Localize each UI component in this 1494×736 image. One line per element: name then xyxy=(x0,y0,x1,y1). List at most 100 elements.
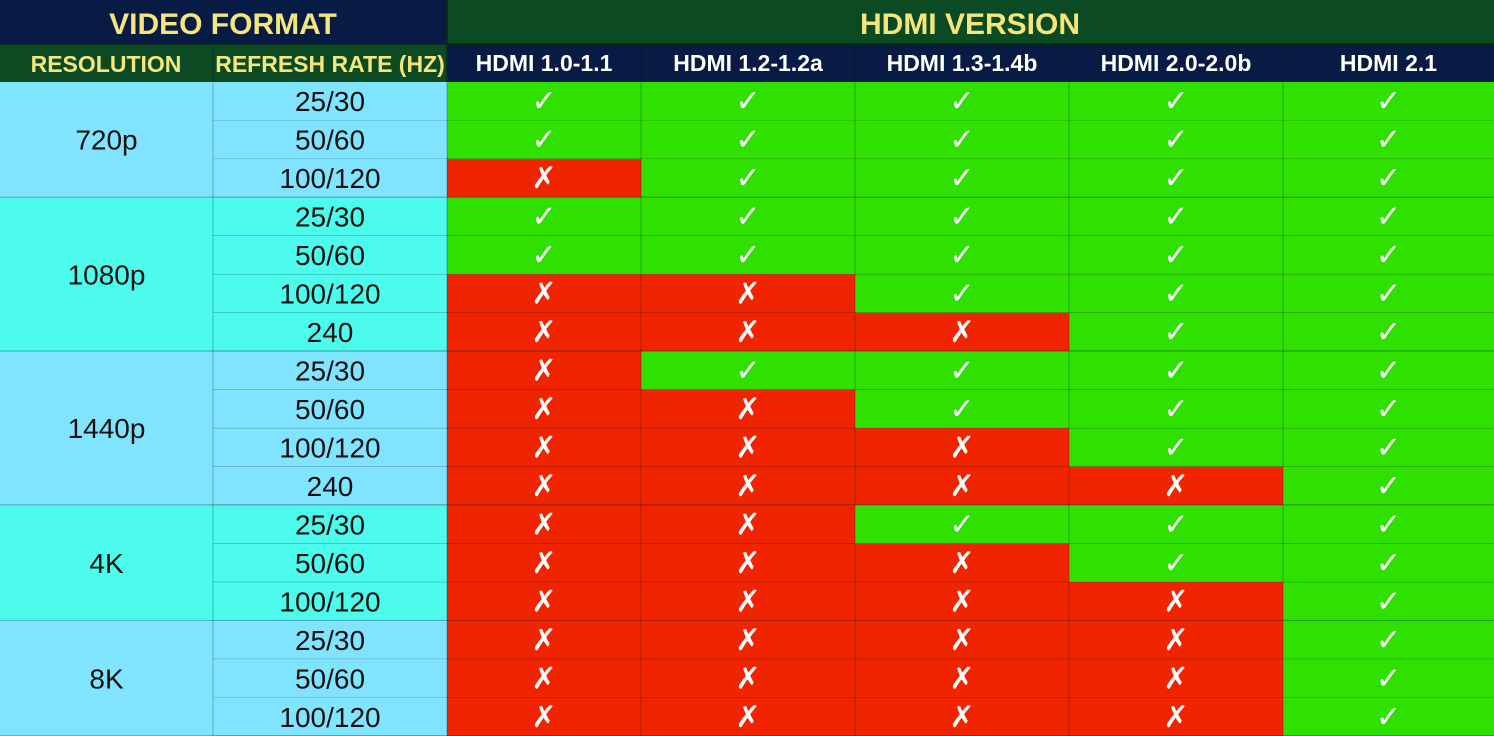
cross-icon: ✗ xyxy=(735,469,760,504)
check-icon: ✓ xyxy=(1376,546,1401,581)
check-icon: ✓ xyxy=(1376,661,1401,696)
check-icon: ✓ xyxy=(949,84,974,119)
cross-icon: ✗ xyxy=(949,584,974,619)
cross-icon: ✗ xyxy=(949,700,974,735)
refresh-rate-label: 240 xyxy=(307,471,354,502)
cross-icon: ✗ xyxy=(1163,584,1188,619)
check-icon: ✓ xyxy=(949,354,974,389)
check-icon: ✓ xyxy=(531,238,556,273)
refresh-rate-label: 25/30 xyxy=(295,202,365,233)
check-icon: ✓ xyxy=(1163,315,1188,350)
check-icon: ✓ xyxy=(1376,161,1401,196)
check-icon: ✓ xyxy=(735,354,760,389)
resolution-label: 8K xyxy=(89,663,124,694)
check-icon: ✓ xyxy=(1163,123,1188,158)
cross-icon: ✗ xyxy=(531,584,556,619)
refresh-rate-label: 50/60 xyxy=(295,548,365,579)
resolution-label: 4K xyxy=(89,548,124,579)
check-icon: ✓ xyxy=(1376,623,1401,658)
cross-icon: ✗ xyxy=(531,623,556,658)
check-icon: ✓ xyxy=(1163,277,1188,312)
cross-icon: ✗ xyxy=(735,623,760,658)
refresh-rate-label: 100/120 xyxy=(279,163,380,194)
cross-icon: ✗ xyxy=(735,392,760,427)
check-icon: ✓ xyxy=(949,238,974,273)
check-icon: ✓ xyxy=(1376,354,1401,389)
cross-icon: ✗ xyxy=(531,315,556,350)
version-header: HDMI 1.3-1.4b xyxy=(887,50,1038,76)
table-body: HDMI 1.0-1.1 HDMI 1.2-1.2a HDMI 1.3-1.4b HD… xyxy=(0,0,1494,736)
cross-icon: ✗ xyxy=(949,430,974,465)
check-icon: ✓ xyxy=(949,392,974,427)
check-icon: ✓ xyxy=(1163,84,1188,119)
version-header: HDMI 2.0-2.0b xyxy=(1101,50,1252,76)
cross-icon: ✗ xyxy=(949,661,974,696)
hdmi-compatibility-table: VIDEO FORMAT HDMI VERSION RESOLUTION REF… xyxy=(0,0,1494,736)
refresh-rate-label: 25/30 xyxy=(295,356,365,387)
cross-icon: ✗ xyxy=(1163,661,1188,696)
check-icon: ✓ xyxy=(1376,238,1401,273)
cross-icon: ✗ xyxy=(531,392,556,427)
subheader-resolution: RESOLUTION xyxy=(31,51,182,77)
cross-icon: ✗ xyxy=(735,700,760,735)
refresh-rate-label: 50/60 xyxy=(295,663,365,694)
check-icon: ✓ xyxy=(949,507,974,542)
check-icon: ✓ xyxy=(1376,200,1401,235)
check-icon: ✓ xyxy=(949,123,974,158)
cross-icon: ✗ xyxy=(735,507,760,542)
refresh-rate-label: 240 xyxy=(307,317,354,348)
check-icon: ✓ xyxy=(949,161,974,196)
check-icon: ✓ xyxy=(1163,354,1188,389)
resolution-label: 1440p xyxy=(68,413,146,444)
refresh-rate-label: 50/60 xyxy=(295,125,365,156)
cross-icon: ✗ xyxy=(735,661,760,696)
check-icon: ✓ xyxy=(735,161,760,196)
resolution-label: 720p xyxy=(75,125,137,156)
refresh-rate-label: 100/120 xyxy=(279,702,380,733)
cross-icon: ✗ xyxy=(735,277,760,312)
refresh-rate-label: 25/30 xyxy=(295,509,365,540)
cross-icon: ✗ xyxy=(735,430,760,465)
resolution-label: 1080p xyxy=(68,259,146,290)
check-icon: ✓ xyxy=(735,200,760,235)
check-icon: ✓ xyxy=(1376,392,1401,427)
cross-icon: ✗ xyxy=(949,546,974,581)
check-icon: ✓ xyxy=(1376,430,1401,465)
cross-icon: ✗ xyxy=(949,469,974,504)
cross-icon: ✗ xyxy=(1163,700,1188,735)
cross-icon: ✗ xyxy=(735,315,760,350)
refresh-rate-label: 25/30 xyxy=(295,625,365,656)
check-icon: ✓ xyxy=(1163,430,1188,465)
refresh-rate-label: 25/30 xyxy=(295,86,365,117)
check-icon: ✓ xyxy=(531,84,556,119)
version-header: HDMI 1.0-1.1 xyxy=(476,50,613,76)
header-hdmi-version: HDMI VERSION xyxy=(860,8,1080,41)
cross-icon: ✗ xyxy=(531,546,556,581)
check-icon: ✓ xyxy=(1376,277,1401,312)
cross-icon: ✗ xyxy=(949,623,974,658)
refresh-rate-label: 100/120 xyxy=(279,279,380,310)
version-header: HDMI 2.1 xyxy=(1340,50,1437,76)
check-icon: ✓ xyxy=(1376,84,1401,119)
cross-icon: ✗ xyxy=(531,277,556,312)
subheader-refresh-rate: REFRESH RATE (HZ) xyxy=(215,51,445,77)
cross-icon: ✗ xyxy=(531,430,556,465)
version-header: HDMI 1.2-1.2a xyxy=(673,50,823,76)
refresh-rate-label: 100/120 xyxy=(279,586,380,617)
cross-icon: ✗ xyxy=(531,507,556,542)
check-icon: ✓ xyxy=(531,200,556,235)
cross-icon: ✗ xyxy=(531,661,556,696)
check-icon: ✓ xyxy=(1376,507,1401,542)
check-icon: ✓ xyxy=(735,123,760,158)
cross-icon: ✗ xyxy=(531,354,556,389)
check-icon: ✓ xyxy=(949,277,974,312)
check-icon: ✓ xyxy=(735,84,760,119)
check-icon: ✓ xyxy=(1163,200,1188,235)
check-icon: ✓ xyxy=(531,123,556,158)
check-icon: ✓ xyxy=(1376,469,1401,504)
header-video-format: VIDEO FORMAT xyxy=(109,8,337,41)
check-icon: ✓ xyxy=(1376,123,1401,158)
check-icon: ✓ xyxy=(1376,315,1401,350)
refresh-rate-label: 50/60 xyxy=(295,394,365,425)
check-icon: ✓ xyxy=(1163,392,1188,427)
